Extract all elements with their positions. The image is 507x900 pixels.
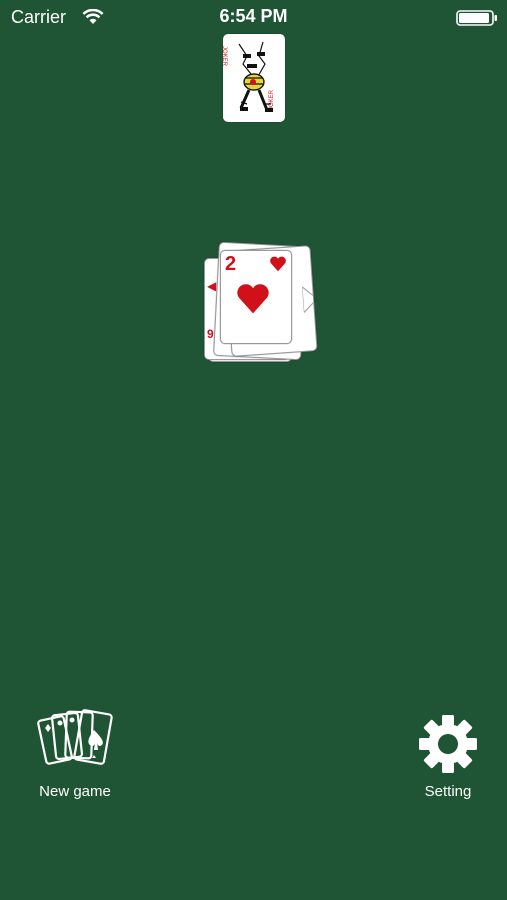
new-game-label: New game xyxy=(39,783,111,800)
svg-text:JOKER: JOKER xyxy=(223,46,227,67)
settings-label: Setting xyxy=(424,783,472,800)
joker-card[interactable]: JOKER JOKER xyxy=(223,34,285,122)
joker-illustration: JOKER JOKER xyxy=(223,41,275,112)
card-pile[interactable]: ◀ 9 2 xyxy=(200,238,320,368)
status-bar: Carrier 6:54 PM xyxy=(0,0,507,36)
cards-fan-icon xyxy=(37,709,113,765)
pile-top-card[interactable]: 2 xyxy=(220,250,292,344)
new-game-button[interactable]: New game xyxy=(30,708,120,804)
gear-icon xyxy=(419,715,477,773)
card-rank: 2 xyxy=(225,253,237,275)
clock: 6:54 PM xyxy=(219,6,288,26)
heart-icon xyxy=(270,256,286,272)
heart-icon xyxy=(237,284,269,314)
settings-button[interactable]: Setting xyxy=(410,712,486,804)
battery-icon xyxy=(456,10,497,26)
svg-text:JOKER: JOKER xyxy=(269,89,275,110)
